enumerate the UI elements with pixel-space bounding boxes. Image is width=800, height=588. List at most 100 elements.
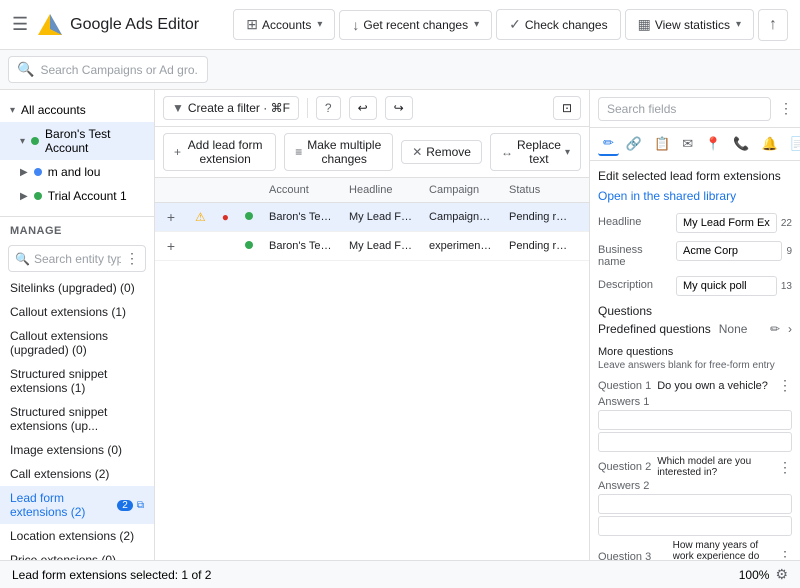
error-icon: ● [222, 210, 229, 224]
entity-item-7[interactable]: Lead form extensions (2) 2 ⧉ [0, 486, 154, 524]
view-statistics-button[interactable]: ▦ View statistics ▾ [625, 9, 754, 40]
col-add [155, 178, 187, 203]
filter-icon: ▼ [172, 101, 184, 115]
warning-icon: ⚠ [195, 210, 206, 224]
rp-location-tool[interactable]: 📍 [700, 133, 726, 155]
rp-edit-tool[interactable]: ✏ [598, 132, 619, 156]
col-account[interactable]: Account [261, 178, 341, 203]
entity-item-4[interactable]: Structured snippet extensions (up... [0, 400, 154, 438]
search-fields-input[interactable] [598, 97, 771, 121]
col-business-name[interactable]: Business name [581, 178, 589, 203]
get-recent-changes-button[interactable]: ↓ Get recent changes ▾ [339, 10, 492, 40]
col-campaign[interactable]: Campaign [421, 178, 501, 203]
rp-phone-tool[interactable]: 📞 [728, 133, 754, 155]
collapse-icon: ⊡ [562, 101, 572, 115]
collapse-button[interactable]: ⊡ [553, 96, 581, 120]
predefined-right-arrow[interactable]: › [788, 322, 792, 336]
status-bar: Lead form extensions selected: 1 of 2 10… [0, 560, 800, 588]
manage-label: MANAGE [0, 217, 154, 241]
entity-item-8[interactable]: Location extensions (2) [0, 524, 154, 548]
question-1-text: Do you own a vehicle? [657, 380, 778, 392]
zoom-button[interactable]: ⚙ [775, 566, 788, 583]
answer-1-input-2[interactable] [598, 432, 792, 452]
entity-item-2[interactable]: Callout extensions (upgraded) (0) [0, 324, 154, 362]
rp-bell-tool[interactable]: 🔔 [757, 133, 783, 155]
sidebar-all-accounts[interactable]: ▾ All accounts [0, 98, 154, 122]
field-row-headline: Headline 22 [598, 213, 792, 233]
add-row-button-1[interactable]: + [163, 238, 179, 254]
entity-item-3[interactable]: Structured snippet extensions (1) [0, 362, 154, 400]
redo-button[interactable]: ↪ [385, 96, 413, 120]
help-button[interactable]: ? [316, 96, 341, 120]
barons-dot [31, 137, 39, 145]
accounts-caret: ▾ [317, 19, 322, 30]
replace-text-button[interactable]: ↔ Replace text ▾ [490, 133, 581, 171]
answer-2-input-1[interactable] [598, 494, 792, 514]
replace-label: Replace text [517, 138, 561, 166]
description-input[interactable] [676, 276, 777, 296]
entity-item-1[interactable]: Callout extensions (1) [0, 300, 154, 324]
accounts-icon: ⊞ [246, 16, 258, 33]
search-campaigns-input[interactable] [40, 63, 199, 77]
search-fields-more-button[interactable]: ⋮ [775, 96, 797, 121]
center-actions: + Add lead form extension ≡ Make multipl… [155, 127, 589, 178]
predefined-edit-button[interactable]: ✏ [770, 322, 780, 336]
zoom-level: 100% [739, 568, 770, 582]
rp-doc-tool[interactable]: 📄 [785, 133, 800, 155]
answer-1-input-1[interactable] [598, 410, 792, 430]
make-multiple-changes-button[interactable]: ≡ Make multiple changes [284, 133, 393, 171]
sidebar-barons-account[interactable]: ▾ Baron's Test Account [0, 122, 154, 160]
app-title: Google Ads Editor [70, 16, 199, 34]
table-row[interactable]: + ⚠ ● Baron's Test A... My Lead Form ...… [155, 203, 589, 232]
entity-item-0[interactable]: Sitelinks (upgraded) (0) [0, 276, 154, 300]
add-lead-form-button[interactable]: + Add lead form extension [163, 133, 276, 171]
headline-count: 22 [781, 218, 792, 229]
toolbar-divider-1 [307, 98, 308, 118]
question-1-more-button[interactable]: ⋮ [778, 377, 792, 394]
more-questions-label: More questions [598, 346, 792, 358]
accounts-button[interactable]: ⊞ Accounts ▾ [233, 9, 335, 40]
entity-item-5[interactable]: Image extensions (0) [0, 438, 154, 462]
business-name-input[interactable] [676, 241, 782, 261]
create-filter-button[interactable]: ▼ Create a filter · ⌘F [163, 96, 299, 120]
col-status[interactable]: Status [501, 178, 581, 203]
table-row[interactable]: + Baron's Test A... My Lead Form ... exp… [155, 232, 589, 261]
col-headline[interactable]: Headline [341, 178, 421, 203]
entity-item-6[interactable]: Call extensions (2) [0, 462, 154, 486]
sidebar-trial-account[interactable]: ▶ Trial Account 1 [0, 184, 154, 208]
upload-button[interactable]: ↑ [758, 9, 788, 41]
right-panel-search: ⋮ ⤢ [590, 90, 800, 128]
help-icon: ? [325, 101, 332, 115]
accounts-label: Accounts [262, 18, 311, 32]
download-icon: ↓ [352, 17, 359, 33]
redo-icon: ↪ [394, 101, 404, 115]
more-questions-sub: Leave answers blank for free-form entry [598, 360, 792, 371]
undo-button[interactable]: ↩ [349, 96, 377, 120]
add-row-button-0[interactable]: + [163, 209, 179, 225]
remove-button[interactable]: ✕ Remove [401, 140, 482, 164]
question-2-text: Which model are you interested in? [657, 456, 778, 478]
question-3-more-button[interactable]: ⋮ [778, 548, 792, 560]
left-sidebar: ▾ All accounts ▾ Baron's Test Account ▶ … [0, 90, 155, 560]
entity-search-more-icon[interactable]: ⋮ [125, 250, 139, 267]
entity-item-9[interactable]: Price extensions (0) [0, 548, 154, 560]
col-add-cell: + [155, 232, 187, 261]
rp-link-tool[interactable]: 🔗 [621, 133, 647, 155]
view-statistics-label: View statistics [655, 18, 730, 32]
answer-2-input-2[interactable] [598, 516, 792, 536]
center-toolbar: ▼ Create a filter · ⌘F ? ↩ ↪ ⊡ [155, 90, 589, 127]
rp-copy-tool[interactable]: 📋 [649, 133, 675, 155]
headline-input[interactable] [676, 213, 777, 233]
entity-label-7: Lead form extensions (2) [10, 491, 113, 519]
rp-email-tool[interactable]: ✉ [677, 133, 698, 155]
all-accounts-label: All accounts [21, 103, 86, 117]
sidebar-m-and-lou[interactable]: ▶ m and lou [0, 160, 154, 184]
check-changes-button[interactable]: ✓ Check changes [496, 9, 620, 40]
entity-search-input[interactable] [34, 252, 121, 266]
hamburger-icon[interactable]: ☰ [12, 14, 28, 35]
open-library-link[interactable]: Open in the shared library [598, 189, 792, 203]
question-3-row: Question 3 How many years of work experi… [598, 540, 792, 560]
question-2-more-button[interactable]: ⋮ [778, 459, 792, 476]
predefined-label: Predefined questions [598, 322, 711, 336]
business-name-label: Business name [598, 241, 670, 268]
